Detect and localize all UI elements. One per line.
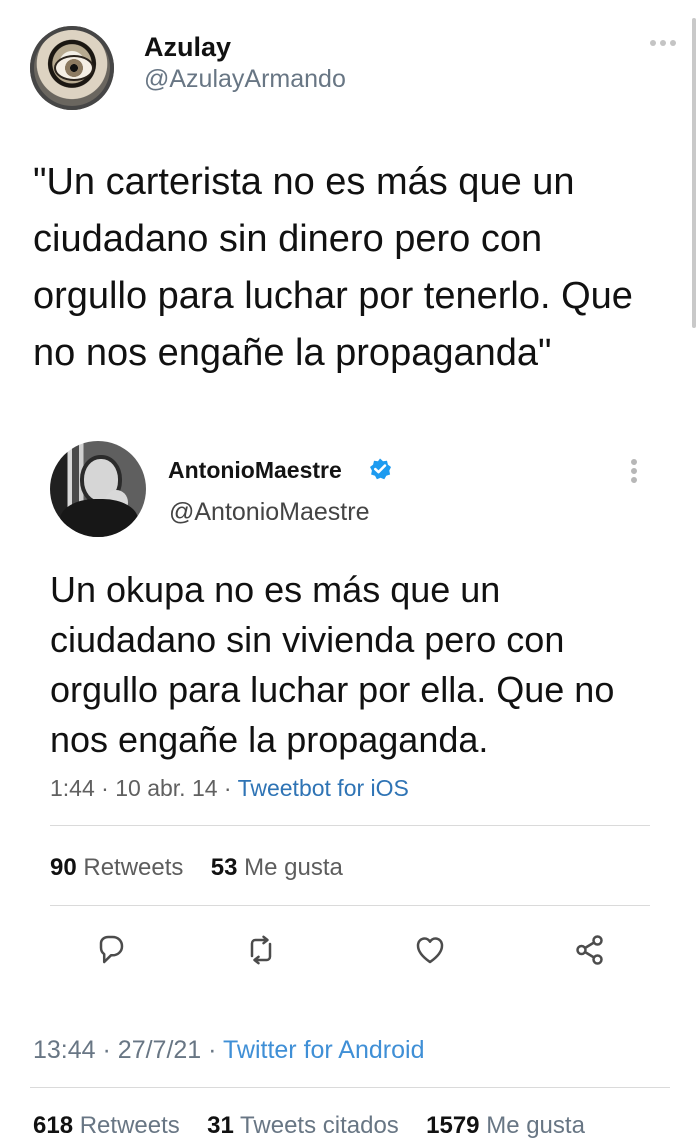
- quoted-retweet-label[interactable]: Retweets: [83, 854, 183, 881]
- scrollbar[interactable]: [692, 18, 696, 328]
- separator-dot: ·: [208, 1036, 217, 1064]
- verified-icon: [370, 458, 391, 480]
- retweet-label[interactable]: Retweets: [80, 1112, 180, 1139]
- tweet-text: "Un carterista no es más que un ciudadan…: [33, 161, 633, 374]
- avatar-shoulders: [60, 499, 138, 537]
- divider: [30, 1087, 670, 1088]
- quoted-display-name[interactable]: AntonioMaestre: [168, 456, 342, 484]
- separator-dot: ·: [223, 775, 232, 801]
- share-network-icon: [576, 935, 603, 965]
- like-heart-icon: [416, 937, 444, 964]
- quoted-tweet-meta: 1:44 · 10 abr. 14 · Tweetbot for iOS: [50, 774, 409, 802]
- more-horizontal-icon: [650, 40, 676, 46]
- more-vertical-icon: [631, 459, 637, 483]
- quoted-engagement-stats: 90 Retweets 53 Me gusta: [50, 853, 343, 883]
- verified-badge-icon: [368, 457, 392, 481]
- quoted-tweet-card[interactable]: AntonioMaestre @AntonioMaestre Un okupa …: [0, 410, 700, 1010]
- heart-icon[interactable]: [413, 933, 447, 967]
- tweet-meta: 13:44 · 27/7/21 · Twitter for Android: [33, 1034, 424, 1066]
- separator-dot: ·: [102, 1036, 111, 1064]
- engagement-stats: 618 Retweets 31 Tweets citados 1579 Me g…: [33, 1111, 585, 1141]
- quoted-like-count[interactable]: 53: [211, 854, 238, 881]
- user-info: Azulay @AzulayArmando: [144, 31, 346, 95]
- reply-icon[interactable]: [93, 933, 127, 967]
- quote-tweet-label[interactable]: Tweets citados: [240, 1112, 399, 1139]
- tweet-client-link[interactable]: Twitter for Android: [223, 1036, 424, 1064]
- reply-bubble-icon: [99, 935, 124, 964]
- divider: [50, 825, 650, 826]
- more-icon[interactable]: [623, 455, 645, 487]
- retweet-arrows-icon: [250, 935, 272, 965]
- like-label[interactable]: Me gusta: [486, 1112, 585, 1139]
- avatar[interactable]: [30, 26, 114, 110]
- quoted-username[interactable]: @AntonioMaestre: [169, 497, 369, 527]
- tweet-header: Azulay @AzulayArmando: [30, 26, 680, 112]
- tweet-date: 27/7/21: [117, 1036, 202, 1064]
- quoted-time: 1:44: [50, 775, 95, 801]
- share-icon[interactable]: [573, 933, 607, 967]
- quoted-avatar[interactable]: [50, 441, 146, 537]
- retweet-icon[interactable]: [244, 933, 278, 967]
- quoted-retweet-count[interactable]: 90: [50, 854, 77, 881]
- quoted-date: 10 abr. 14: [115, 775, 218, 801]
- quoted-tweet-text: Un okupa no es más que un ciudadano sin …: [50, 569, 615, 760]
- quoted-like-label[interactable]: Me gusta: [244, 854, 343, 881]
- more-icon[interactable]: [646, 26, 680, 60]
- separator-dot: ·: [101, 775, 109, 801]
- retweet-count[interactable]: 618: [33, 1112, 73, 1139]
- quoted-client-link[interactable]: Tweetbot for iOS: [238, 775, 409, 801]
- like-count[interactable]: 1579: [426, 1112, 479, 1139]
- tweet-time: 13:44: [33, 1036, 96, 1064]
- quoted-action-bar: [93, 933, 623, 973]
- display-name[interactable]: Azulay: [144, 31, 346, 63]
- divider: [50, 905, 650, 906]
- quote-tweet-count[interactable]: 31: [207, 1112, 234, 1139]
- username[interactable]: @AzulayArmando: [144, 63, 346, 95]
